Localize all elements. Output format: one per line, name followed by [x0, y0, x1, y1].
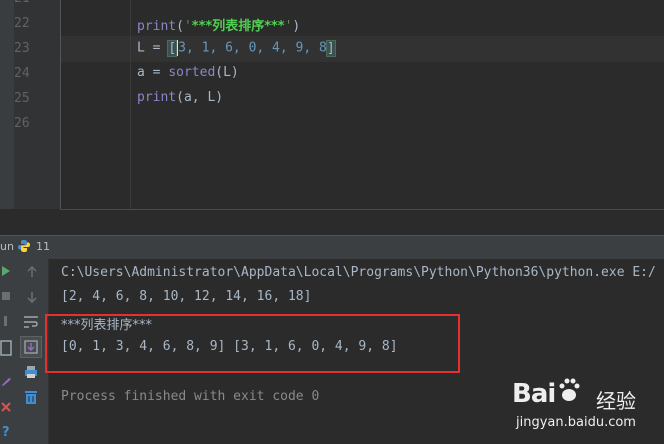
watermark-brand-cn: 经验	[596, 389, 636, 413]
arrow-down-icon	[27, 292, 37, 303]
code-token: =	[144, 65, 169, 80]
close-run-button[interactable]	[0, 400, 12, 414]
code-token: ***列表排序***	[191, 19, 285, 34]
run-tool-window-header: un 11	[0, 235, 664, 260]
code-line-23[interactable]: L = [3, 1, 6, 0, 4, 9, 8]	[137, 39, 336, 57]
highlight-box	[45, 314, 460, 373]
close-icon	[1, 402, 11, 412]
code-token: a	[137, 65, 145, 80]
output-exit-message: Process finished with exit code 0	[61, 389, 320, 404]
layout-icon	[0, 340, 12, 356]
code-token: =	[144, 40, 169, 56]
code-token: print	[137, 90, 177, 105]
print-button[interactable]	[22, 364, 40, 380]
trash-icon	[25, 391, 37, 404]
help-icon: ?	[2, 425, 10, 438]
indent-guide	[130, 0, 131, 209]
output-line: [2, 4, 6, 8, 10, 12, 14, 16, 18]	[61, 289, 312, 304]
code-line-22[interactable]: print('***列表排序***')	[137, 15, 300, 34]
edit-config-button[interactable]	[0, 374, 12, 388]
clear-all-button[interactable]	[22, 388, 40, 406]
run-config-tab[interactable]: 11	[36, 240, 50, 253]
code-token: print	[137, 19, 177, 34]
play-icon	[2, 266, 10, 276]
code-token: (L)	[215, 65, 239, 80]
baidu-jingyan-watermark: Bai 经验 jingyan.baidu.com	[512, 375, 662, 441]
line-number: 26	[14, 116, 30, 131]
help-button[interactable]: ?	[0, 423, 12, 439]
code-token: L	[137, 40, 145, 56]
scroll-down-button[interactable]	[24, 289, 40, 305]
code-token: 3, 1, 6, 0, 4, 9, 8	[178, 40, 327, 56]
code-line-24[interactable]: a = sorted(L)	[137, 65, 239, 80]
editor-left-strip	[0, 0, 14, 209]
output-command-line: C:\Users\Administrator\AppData\Local\Pro…	[61, 265, 656, 280]
code-token: (a, L)	[176, 90, 224, 105]
scroll-to-end-button[interactable]	[20, 336, 42, 358]
scroll-up-button[interactable]	[24, 264, 40, 280]
scroll-to-end-icon	[24, 340, 38, 354]
soft-wrap-icon	[24, 316, 38, 328]
code-token: [	[167, 39, 178, 57]
line-number: 24	[14, 66, 30, 81]
code-token: )	[292, 19, 301, 34]
run-label: un	[0, 240, 14, 253]
watermark-url: jingyan.baidu.com	[516, 415, 636, 430]
paw-icon	[559, 378, 580, 401]
soft-wrap-button[interactable]	[22, 313, 40, 331]
svg-text:?: ?	[2, 425, 10, 438]
line-number: 23	[14, 41, 30, 56]
python-icon	[18, 240, 30, 252]
rerun-button[interactable]	[0, 264, 12, 278]
printer-icon	[25, 366, 37, 378]
arrow-up-icon	[27, 266, 37, 277]
line-number: 22	[14, 16, 30, 31]
stop-button[interactable]	[0, 289, 12, 303]
restore-layout-button[interactable]	[0, 338, 12, 358]
stop-icon	[2, 292, 10, 300]
pause-button[interactable]	[0, 314, 12, 328]
editor-bottom-area	[60, 209, 664, 236]
code-token: sorted	[168, 65, 216, 80]
code-line-25[interactable]: print(a, L)	[137, 90, 223, 105]
code-editor[interactable]: 21 22 23 24 25 26 print('***列表排序***') L …	[0, 0, 664, 209]
code-token: (	[176, 19, 184, 34]
line-number: 21	[14, 0, 84, 6]
line-number: 25	[14, 91, 30, 106]
code-token: '	[183, 19, 192, 34]
code-token: ]	[325, 39, 336, 57]
watermark-brand: Bai	[512, 379, 556, 409]
pause-icon	[4, 316, 7, 326]
wrench-icon	[2, 378, 11, 386]
